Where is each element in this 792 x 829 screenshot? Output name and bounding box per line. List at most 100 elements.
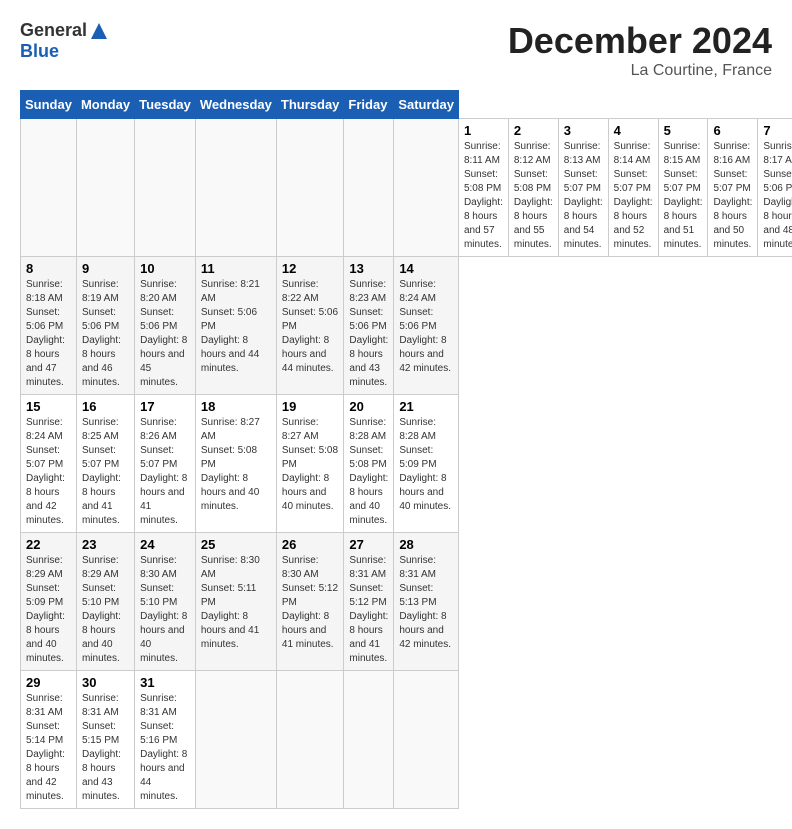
- calendar-cell: 8 Sunrise: 8:18 AMSunset: 5:06 PMDaylight…: [21, 257, 77, 395]
- calendar-week-3: 15Sunrise: 8:24 AMSunset: 5:07 PMDayligh…: [21, 395, 792, 533]
- day-number: 23: [82, 537, 129, 552]
- calendar-cell: 28 Sunrise: 8:31 AMSunset: 5:13 PMDayligh…: [394, 533, 459, 671]
- day-info: Sunrise: 8:31 AMSunset: 5:15 PMDaylight:…: [82, 693, 121, 802]
- day-info: Sunrise: 8:18 AMSunset: 5:06 PMDaylight:…: [26, 279, 65, 388]
- weekday-header-wednesday: Wednesday: [195, 91, 276, 119]
- day-info: Sunrise: 8:29 AMSunset: 5:09 PMDaylight:…: [26, 555, 65, 664]
- page-header: General Blue December 2024 La Courtine, …: [20, 20, 772, 80]
- day-number: 14: [399, 261, 453, 276]
- calendar-cell: [344, 119, 394, 257]
- day-info: Sunrise: 8:20 AMSunset: 5:06 PMDaylight:…: [140, 279, 187, 388]
- calendar-cell: [135, 119, 196, 257]
- day-info: Sunrise: 8:30 AMSunset: 5:11 PMDaylight:…: [201, 555, 260, 650]
- calendar-cell: [344, 671, 394, 809]
- day-info: Sunrise: 8:31 AMSunset: 5:14 PMDaylight:…: [26, 693, 65, 802]
- day-number: 8: [26, 261, 71, 276]
- day-info: Sunrise: 8:26 AMSunset: 5:07 PMDaylight:…: [140, 417, 187, 526]
- day-number: 6: [713, 123, 752, 138]
- day-number: 2: [514, 123, 553, 138]
- weekday-header-saturday: Saturday: [394, 91, 459, 119]
- calendar-cell: 7 Sunrise: 8:17 AMSunset: 5:06 PMDaylight…: [758, 119, 792, 257]
- calendar-cell: 26Sunrise: 8:30 AMSunset: 5:12 PMDayligh…: [276, 533, 344, 671]
- calendar-cell: [276, 119, 344, 257]
- day-number: 30: [82, 675, 129, 690]
- day-number: 26: [282, 537, 339, 552]
- calendar-cell: 15Sunrise: 8:24 AMSunset: 5:07 PMDayligh…: [21, 395, 77, 533]
- day-info: Sunrise: 8:11 AMSunset: 5:08 PMDaylight:…: [464, 141, 503, 250]
- calendar-cell: 17Sunrise: 8:26 AMSunset: 5:07 PMDayligh…: [135, 395, 196, 533]
- calendar-cell: 12 Sunrise: 8:22 AMSunset: 5:06 PMDayligh…: [276, 257, 344, 395]
- calendar-cell: 31Sunrise: 8:31 AMSunset: 5:16 PMDayligh…: [135, 671, 196, 809]
- calendar-cell: 27 Sunrise: 8:31 AMSunset: 5:12 PMDayligh…: [344, 533, 394, 671]
- day-info: Sunrise: 8:31 AMSunset: 5:12 PMDaylight:…: [349, 555, 388, 664]
- calendar-cell: 14Sunrise: 8:24 AMSunset: 5:06 PMDayligh…: [394, 257, 459, 395]
- calendar-cell: 29Sunrise: 8:31 AMSunset: 5:14 PMDayligh…: [21, 671, 77, 809]
- day-number: 25: [201, 537, 271, 552]
- day-info: Sunrise: 8:28 AMSunset: 5:09 PMDaylight:…: [399, 417, 451, 512]
- calendar-cell: 30 Sunrise: 8:31 AMSunset: 5:15 PMDayligh…: [76, 671, 134, 809]
- weekday-header-tuesday: Tuesday: [135, 91, 196, 119]
- day-number: 20: [349, 399, 388, 414]
- day-info: Sunrise: 8:31 AMSunset: 5:13 PMDaylight:…: [399, 555, 451, 650]
- day-info: Sunrise: 8:30 AMSunset: 5:10 PMDaylight:…: [140, 555, 187, 664]
- calendar-cell: 10Sunrise: 8:20 AMSunset: 5:06 PMDayligh…: [135, 257, 196, 395]
- calendar-cell: [195, 671, 276, 809]
- day-info: Sunrise: 8:15 AMSunset: 5:07 PMDaylight:…: [664, 141, 703, 250]
- calendar-cell: [195, 119, 276, 257]
- day-number: 1: [464, 123, 503, 138]
- day-info: Sunrise: 8:23 AMSunset: 5:06 PMDaylight:…: [349, 279, 388, 388]
- day-info: Sunrise: 8:28 AMSunset: 5:08 PMDaylight:…: [349, 417, 388, 526]
- weekday-header-monday: Monday: [76, 91, 134, 119]
- calendar-cell: 13 Sunrise: 8:23 AMSunset: 5:06 PMDayligh…: [344, 257, 394, 395]
- day-info: Sunrise: 8:22 AMSunset: 5:06 PMDaylight:…: [282, 279, 338, 374]
- calendar-cell: 18 Sunrise: 8:27 AMSunset: 5:08 PMDayligh…: [195, 395, 276, 533]
- calendar-week-1: 1 Sunrise: 8:11 AMSunset: 5:08 PMDaylight…: [21, 119, 792, 257]
- day-info: Sunrise: 8:27 AMSunset: 5:08 PMDaylight:…: [282, 417, 338, 512]
- day-number: 11: [201, 261, 271, 276]
- calendar-cell: 24 Sunrise: 8:30 AMSunset: 5:10 PMDayligh…: [135, 533, 196, 671]
- day-number: 24: [140, 537, 190, 552]
- day-info: Sunrise: 8:17 AMSunset: 5:06 PMDaylight:…: [763, 141, 792, 250]
- calendar-cell: 2 Sunrise: 8:12 AMSunset: 5:08 PMDaylight…: [508, 119, 558, 257]
- calendar-week-4: 22 Sunrise: 8:29 AMSunset: 5:09 PMDayligh…: [21, 533, 792, 671]
- day-number: 16: [82, 399, 129, 414]
- calendar-cell: 25 Sunrise: 8:30 AMSunset: 5:11 PMDayligh…: [195, 533, 276, 671]
- calendar-cell: [394, 119, 459, 257]
- day-number: 13: [349, 261, 388, 276]
- calendar-cell: [276, 671, 344, 809]
- day-info: Sunrise: 8:13 AMSunset: 5:07 PMDaylight:…: [564, 141, 603, 250]
- day-info: Sunrise: 8:27 AMSunset: 5:08 PMDaylight:…: [201, 417, 260, 512]
- day-number: 12: [282, 261, 339, 276]
- calendar-cell: 9 Sunrise: 8:19 AMSunset: 5:06 PMDaylight…: [76, 257, 134, 395]
- calendar-cell: 4Sunrise: 8:14 AMSunset: 5:07 PMDaylight…: [608, 119, 658, 257]
- logo: General Blue: [20, 20, 109, 62]
- calendar-cell: 5Sunrise: 8:15 AMSunset: 5:07 PMDaylight…: [658, 119, 708, 257]
- location: La Courtine, France: [508, 62, 772, 80]
- day-number: 9: [82, 261, 129, 276]
- calendar-cell: [394, 671, 459, 809]
- day-number: 19: [282, 399, 339, 414]
- day-info: Sunrise: 8:25 AMSunset: 5:07 PMDaylight:…: [82, 417, 121, 526]
- day-number: 7: [763, 123, 792, 138]
- calendar-cell: 19 Sunrise: 8:27 AMSunset: 5:08 PMDayligh…: [276, 395, 344, 533]
- calendar-cell: 22 Sunrise: 8:29 AMSunset: 5:09 PMDayligh…: [21, 533, 77, 671]
- day-number: 27: [349, 537, 388, 552]
- calendar-cell: 23Sunrise: 8:29 AMSunset: 5:10 PMDayligh…: [76, 533, 134, 671]
- calendar-cell: 11Sunrise: 8:21 AMSunset: 5:06 PMDayligh…: [195, 257, 276, 395]
- calendar-cell: 16 Sunrise: 8:25 AMSunset: 5:07 PMDayligh…: [76, 395, 134, 533]
- day-info: Sunrise: 8:24 AMSunset: 5:07 PMDaylight:…: [26, 417, 65, 526]
- calendar-cell: 1 Sunrise: 8:11 AMSunset: 5:08 PMDaylight…: [458, 119, 508, 257]
- day-info: Sunrise: 8:12 AMSunset: 5:08 PMDaylight:…: [514, 141, 553, 250]
- calendar-table: SundayMondayTuesdayWednesdayThursdayFrid…: [20, 90, 792, 809]
- day-info: Sunrise: 8:31 AMSunset: 5:16 PMDaylight:…: [140, 693, 187, 802]
- weekday-header-sunday: Sunday: [21, 91, 77, 119]
- day-number: 28: [399, 537, 453, 552]
- logo-general-text: General: [20, 20, 87, 41]
- day-number: 22: [26, 537, 71, 552]
- day-info: Sunrise: 8:14 AMSunset: 5:07 PMDaylight:…: [614, 141, 653, 250]
- calendar-cell: [76, 119, 134, 257]
- day-info: Sunrise: 8:19 AMSunset: 5:06 PMDaylight:…: [82, 279, 121, 388]
- calendar-cell: 21Sunrise: 8:28 AMSunset: 5:09 PMDayligh…: [394, 395, 459, 533]
- calendar-week-5: 29Sunrise: 8:31 AMSunset: 5:14 PMDayligh…: [21, 671, 792, 809]
- day-number: 18: [201, 399, 271, 414]
